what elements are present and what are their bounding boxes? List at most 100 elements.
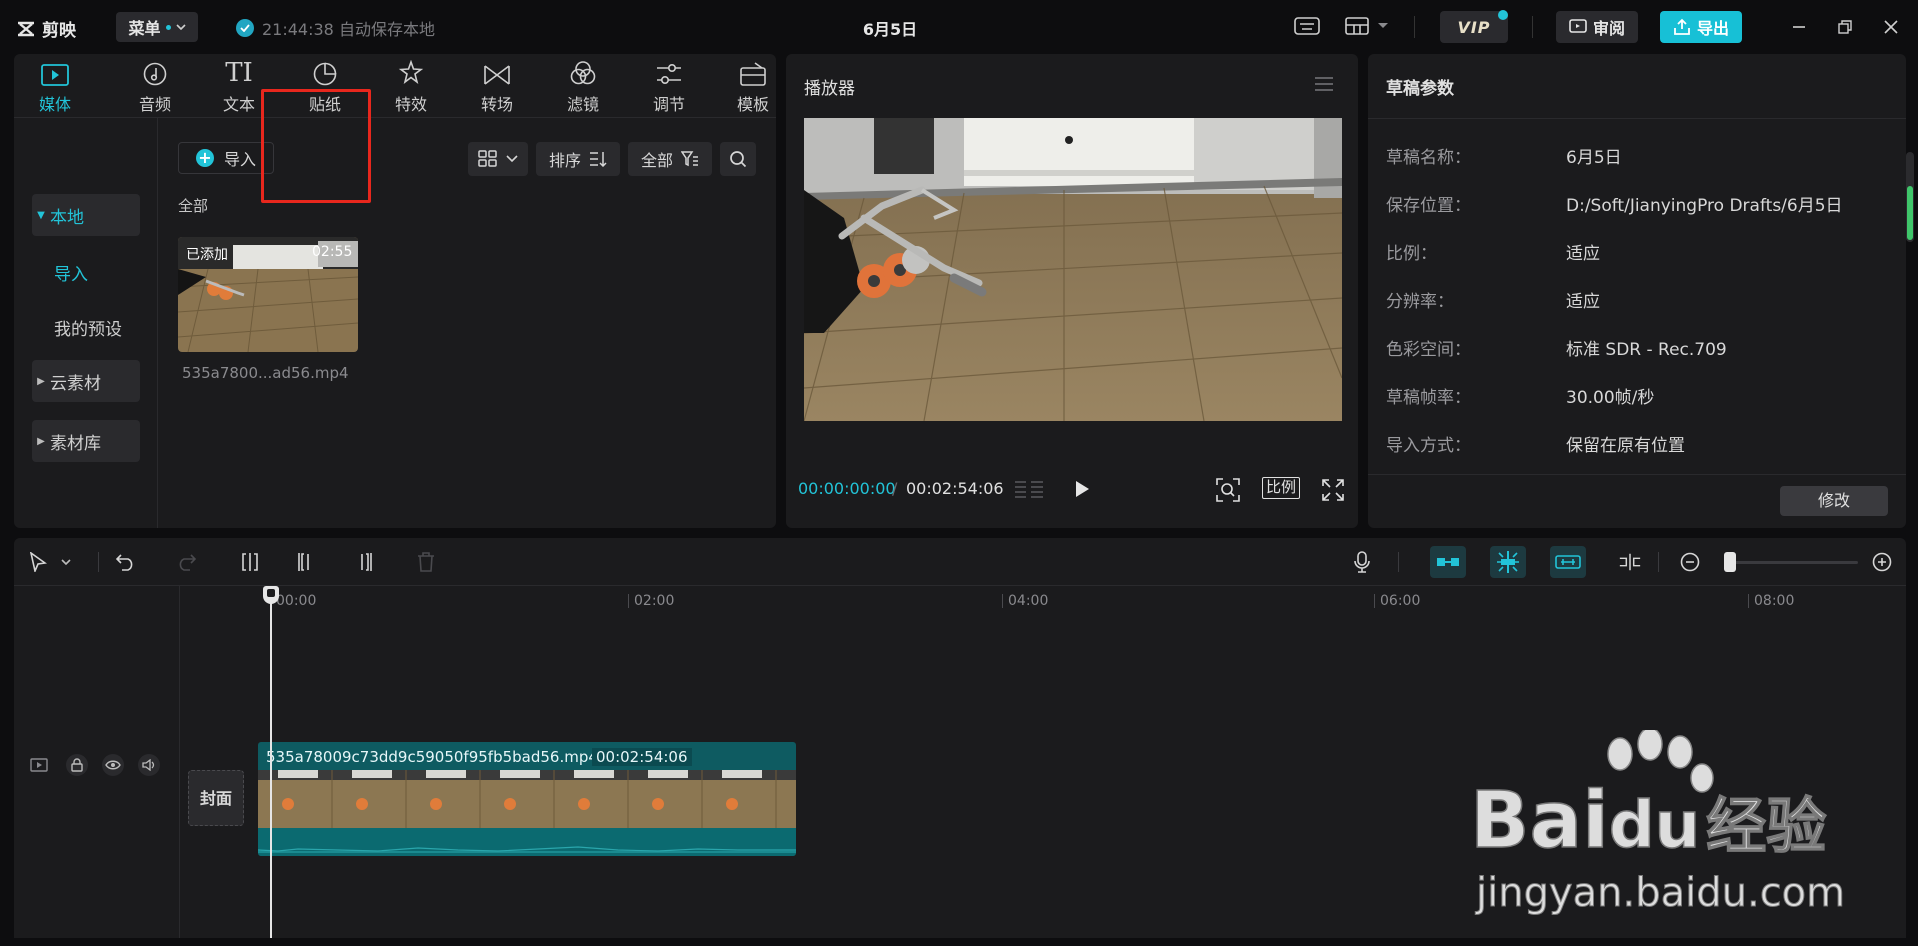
tab-label: 特效 xyxy=(394,95,427,114)
ratio-button[interactable]: 比例 xyxy=(1262,477,1300,499)
template-icon xyxy=(740,62,766,86)
record-voice-button[interactable] xyxy=(1350,550,1374,574)
filter-all-button[interactable]: 全部 xyxy=(628,142,712,176)
split-button[interactable] xyxy=(238,550,262,574)
filmstrip-image xyxy=(258,770,796,828)
clip-duration: 00:02:54:06 xyxy=(592,748,692,766)
main-menu-label: 菜单 xyxy=(128,19,161,38)
minimize-button[interactable] xyxy=(1788,16,1810,38)
cover-button[interactable]: 封面 xyxy=(188,770,244,826)
transition-icon xyxy=(484,65,510,85)
baidu-watermark: Baidu 经验 jingyan.baidu.com xyxy=(1469,730,1910,930)
close-button[interactable] xyxy=(1880,16,1902,38)
sidebar-item-import[interactable]: 导入 xyxy=(54,251,144,293)
zoom-out-button[interactable] xyxy=(1678,550,1702,574)
track-type-button[interactable] xyxy=(30,758,48,772)
trash-icon xyxy=(418,552,434,572)
tab-filter[interactable]: 滤镜 xyxy=(548,60,618,116)
media-sidebar: ▼ 本地 导入 我的预设 ▶ 云素材 ▶ 素材库 xyxy=(14,118,158,528)
zoom-in-icon xyxy=(1872,552,1892,572)
prop-row: 保存位置： D:/Soft/JianyingPro Drafts/6月5日 xyxy=(1386,191,1886,216)
export-label: 导出 xyxy=(1696,19,1729,38)
ruler-tick xyxy=(1002,594,1003,608)
select-tool-dropdown[interactable] xyxy=(58,550,74,574)
tab-effects[interactable]: 特效 xyxy=(376,60,446,116)
playhead-line[interactable] xyxy=(270,587,272,938)
restore-icon xyxy=(1838,20,1852,34)
adjust-icon xyxy=(657,63,681,85)
sidebar-item-cloud[interactable]: ▶ 云素材 xyxy=(32,360,140,402)
import-button[interactable]: + 导入 xyxy=(178,142,274,174)
redo-button[interactable] xyxy=(174,550,198,574)
scrollbar-thumb[interactable] xyxy=(1907,186,1913,240)
zoom-in-button[interactable] xyxy=(1870,550,1894,574)
trim-right-button[interactable] xyxy=(352,550,376,574)
delete-button[interactable] xyxy=(414,550,438,574)
prop-key: 比例： xyxy=(1386,244,1437,264)
tab-label: 文本 xyxy=(222,95,255,114)
main-track-magnet-button[interactable] xyxy=(1430,546,1466,578)
restore-button[interactable] xyxy=(1834,16,1856,38)
sticker-icon xyxy=(313,62,337,86)
sort-icon xyxy=(590,152,607,167)
select-tool-button[interactable] xyxy=(26,550,50,574)
track-header-column xyxy=(14,586,180,938)
video-clip[interactable]: 535a78009c73dd9c59050f95fb5bad56.mp4 00:… xyxy=(258,742,796,856)
main-menu-button[interactable]: 菜单 xyxy=(116,12,198,42)
keyboard-icon xyxy=(1294,17,1320,35)
undo-button[interactable] xyxy=(114,550,138,574)
tab-media[interactable]: 媒体 xyxy=(20,60,90,116)
keyboard-shortcut-button[interactable] xyxy=(1292,14,1322,38)
watermark-brand-cn: 经验 xyxy=(1705,791,1827,863)
tab-label: 模板 xyxy=(736,95,769,114)
lock-track-button[interactable] xyxy=(66,754,88,776)
hide-track-button[interactable] xyxy=(102,754,124,776)
check-icon xyxy=(236,19,254,37)
fullscreen-button[interactable] xyxy=(1322,479,1344,501)
review-button[interactable]: 审阅 xyxy=(1556,11,1638,43)
sidebar-item-my-presets[interactable]: 我的预设 xyxy=(54,306,154,348)
divider xyxy=(1532,16,1533,38)
export-button[interactable]: 导出 xyxy=(1660,11,1742,43)
trim-left-button[interactable] xyxy=(294,550,318,574)
review-icon xyxy=(1569,19,1587,33)
play-button[interactable] xyxy=(1074,480,1090,498)
prop-value: 标准 SDR - Rec.709 xyxy=(1566,340,1727,360)
layout-button[interactable] xyxy=(1342,14,1392,38)
prop-value: 6月5日 xyxy=(1566,148,1622,168)
auto-snap-button[interactable] xyxy=(1490,546,1526,578)
linkage-button[interactable] xyxy=(1550,546,1586,578)
asset-tabs: 媒体 音频 TI 文本 贴纸 特效 转场 滤镜 调节 模板 xyxy=(14,54,776,118)
app-logo-text: 剪映 xyxy=(42,21,76,41)
zoom-preview-button[interactable] xyxy=(1216,478,1240,502)
snap-icon xyxy=(1497,551,1519,573)
mute-track-button[interactable] xyxy=(138,754,160,776)
player-menu-button[interactable] xyxy=(1314,76,1334,92)
project-title: 6月5日 xyxy=(862,20,918,39)
chevron-down-icon xyxy=(175,24,186,30)
preview-axis-button[interactable] xyxy=(1618,550,1642,574)
sidebar-item-local[interactable]: ▼ 本地 xyxy=(32,194,140,236)
sidebar-item-library[interactable]: ▶ 素材库 xyxy=(32,420,140,462)
zoom-slider-track[interactable] xyxy=(1730,561,1858,564)
divider xyxy=(1414,16,1415,38)
tab-audio[interactable]: 音频 xyxy=(120,60,190,116)
section-label: 全部 xyxy=(178,197,209,215)
timecode-grid-button[interactable] xyxy=(1014,480,1044,500)
search-button[interactable] xyxy=(720,142,756,176)
video-track-icon xyxy=(30,758,48,772)
title-bar: 剪映 菜单 21:44:38 自动保存本地 6月5日 VIP 审阅 导出 xyxy=(0,0,1918,52)
playhead-handle[interactable] xyxy=(263,586,279,604)
undo-icon xyxy=(116,554,133,571)
modify-button[interactable]: 修改 xyxy=(1780,486,1888,516)
tab-transition[interactable]: 转场 xyxy=(462,60,532,116)
tab-template[interactable]: 模板 xyxy=(718,60,788,116)
zoom-slider-handle[interactable] xyxy=(1724,552,1736,572)
video-preview[interactable] xyxy=(804,118,1342,421)
thumbnail-filename: 535a7800...ad56.mp4 xyxy=(182,364,349,382)
sort-button[interactable]: 排序 xyxy=(536,142,620,176)
divider xyxy=(1398,552,1399,572)
view-mode-button[interactable] xyxy=(468,142,528,176)
tab-adjust[interactable]: 调节 xyxy=(634,60,704,116)
prop-value: 适应 xyxy=(1566,244,1600,264)
